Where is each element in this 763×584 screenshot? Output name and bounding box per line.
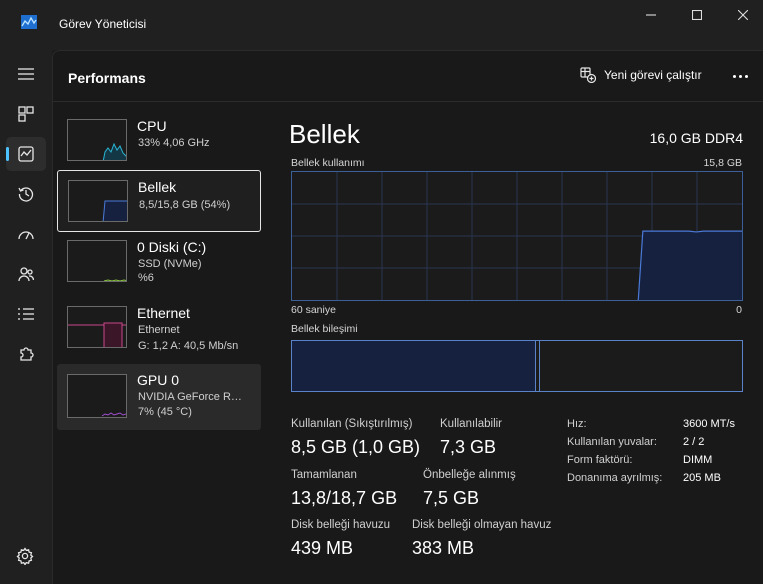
more-options-button[interactable] (726, 65, 754, 87)
time-axis-start: 60 saniye (291, 304, 336, 316)
nav-performance[interactable] (6, 137, 46, 171)
gpu-thumbnail-graph (67, 374, 127, 418)
available-label: Kullanılabilir (440, 418, 503, 430)
ethernet-thumbnail-graph (67, 306, 127, 348)
nav-menu-button[interactable] (6, 57, 46, 91)
nav-startup-apps[interactable] (6, 217, 46, 251)
in-use-label: Kullanılan (Sıkıştırılmış) (291, 418, 413, 430)
disk-thumbnail-graph (67, 240, 127, 282)
performance-chart-icon (18, 146, 34, 162)
form-factor-value: DIMM (683, 454, 713, 466)
hardware-reserved-key: Donanıma ayrılmış: (567, 472, 663, 484)
speed-value: 3600 MT/s (683, 418, 735, 430)
usage-area (638, 231, 742, 300)
resource-detail: Ethernet (138, 324, 180, 336)
history-clock-icon (18, 187, 34, 202)
resource-detail: NVIDIA GeForce R… (138, 391, 242, 403)
composition-modified-segment[interactable] (535, 341, 540, 391)
close-icon (738, 10, 748, 20)
available-value: 7,3 GB (440, 437, 497, 457)
committed-label: Tamamlanan (291, 469, 357, 481)
form-factor-key: Form faktörü: (567, 454, 633, 466)
gear-icon (16, 547, 34, 566)
composition-label: Bellek bileşimi (291, 323, 358, 335)
run-task-label: Yeni görevi çalıştır (604, 68, 702, 82)
slots-used-value: 2 / 2 (683, 436, 705, 448)
cached-value: 7,5 GB (423, 488, 480, 508)
resource-cpu[interactable]: CPU 33% 4,06 GHz (57, 110, 261, 172)
cached-label: Önbelleğe alınmış (423, 469, 516, 481)
navigation-rail (0, 50, 52, 584)
cpu-thumbnail-graph (67, 119, 127, 161)
window-title: Görev Yöneticisi (59, 17, 147, 31)
details-list-icon (18, 308, 34, 320)
nav-processes[interactable] (6, 97, 46, 131)
time-axis-end: 0 (736, 304, 742, 316)
committed-value: 13,8/18,7 GB (291, 488, 398, 508)
resource-detail: SSD (NVMe) (138, 258, 202, 270)
maximize-icon (692, 10, 702, 20)
resource-memory[interactable]: Bellek 8,5/15,8 GB (54%) (57, 170, 261, 232)
resource-detail: 33% 4,06 GHz (138, 137, 210, 149)
nav-settings[interactable] (16, 547, 36, 567)
services-puzzle-icon (20, 347, 34, 361)
users-icon (18, 267, 34, 282)
run-new-task-button[interactable]: Yeni görevi çalıştır (580, 67, 702, 83)
processes-grid-icon (18, 106, 34, 122)
resource-name: Ethernet (137, 305, 190, 321)
resource-name: CPU (137, 118, 167, 134)
page-title: Performans (68, 70, 146, 86)
resource-gpu[interactable]: GPU 0 NVIDIA GeForce R… 7% (45 °C) (57, 364, 261, 430)
maximize-button[interactable] (674, 0, 720, 30)
resource-detail-2: 7% (45 °C) (138, 406, 192, 418)
nav-services[interactable] (6, 337, 46, 371)
detail-title: Bellek (289, 119, 360, 149)
usage-graph-max: 15,8 GB (703, 157, 742, 169)
nav-details[interactable] (6, 297, 46, 331)
resource-name: 0 Diski (C:) (137, 239, 207, 255)
task-manager-app-icon (21, 15, 37, 29)
memory-spec: 16,0 GB DDR4 (649, 130, 743, 146)
minimize-button[interactable] (628, 0, 674, 30)
speed-key: Hız: (567, 418, 587, 430)
header-divider (53, 101, 763, 102)
paged-pool-value: 439 MB (291, 538, 354, 558)
active-indicator (6, 147, 9, 161)
memory-usage-graph-canvas (292, 172, 742, 301)
resource-detail-2: G: 1,2 A: 40,5 Mb/sn (138, 340, 239, 352)
main-content: Performans Yeni görevi çalıştır CPU 33% … (52, 50, 763, 584)
nonpaged-pool-value: 383 MB (412, 538, 475, 558)
hamburger-menu-icon (18, 68, 34, 80)
close-button[interactable] (720, 0, 763, 30)
resource-name: Bellek (138, 179, 177, 195)
nonpaged-pool-label: Disk belleği olmayan havuz (412, 519, 552, 531)
slots-used-key: Kullanılan yuvalar: (567, 436, 657, 448)
memory-composition-bar (291, 340, 743, 392)
more-dots-icon (732, 74, 736, 78)
resource-ethernet[interactable]: Ethernet Ethernet G: 1,2 A: 40,5 Mb/sn (57, 297, 261, 359)
memory-thumbnail-graph (68, 180, 128, 222)
paged-pool-label: Disk belleği havuzu (291, 519, 391, 531)
nav-users[interactable] (6, 257, 46, 291)
resource-disk[interactable]: 0 Diski (C:) SSD (NVMe) %6 (57, 231, 261, 293)
run-task-icon (580, 67, 596, 83)
hardware-reserved-value: 205 MB (683, 472, 721, 484)
resource-detail-2: %6 (138, 272, 154, 284)
minimize-icon (646, 14, 656, 16)
composition-in-use-segment[interactable] (292, 341, 535, 391)
in-use-value: 8,5 GB (1,0 GB) (291, 437, 421, 457)
resource-name: GPU 0 (137, 372, 180, 388)
title-bar: Görev Yöneticisi (0, 0, 763, 50)
resource-detail: 8,5/15,8 GB (54%) (139, 199, 231, 211)
usage-graph-label: Bellek kullanımı (291, 157, 365, 169)
nav-app-history[interactable] (6, 177, 46, 211)
speedometer-icon (18, 231, 34, 240)
memory-usage-graph (291, 171, 743, 301)
